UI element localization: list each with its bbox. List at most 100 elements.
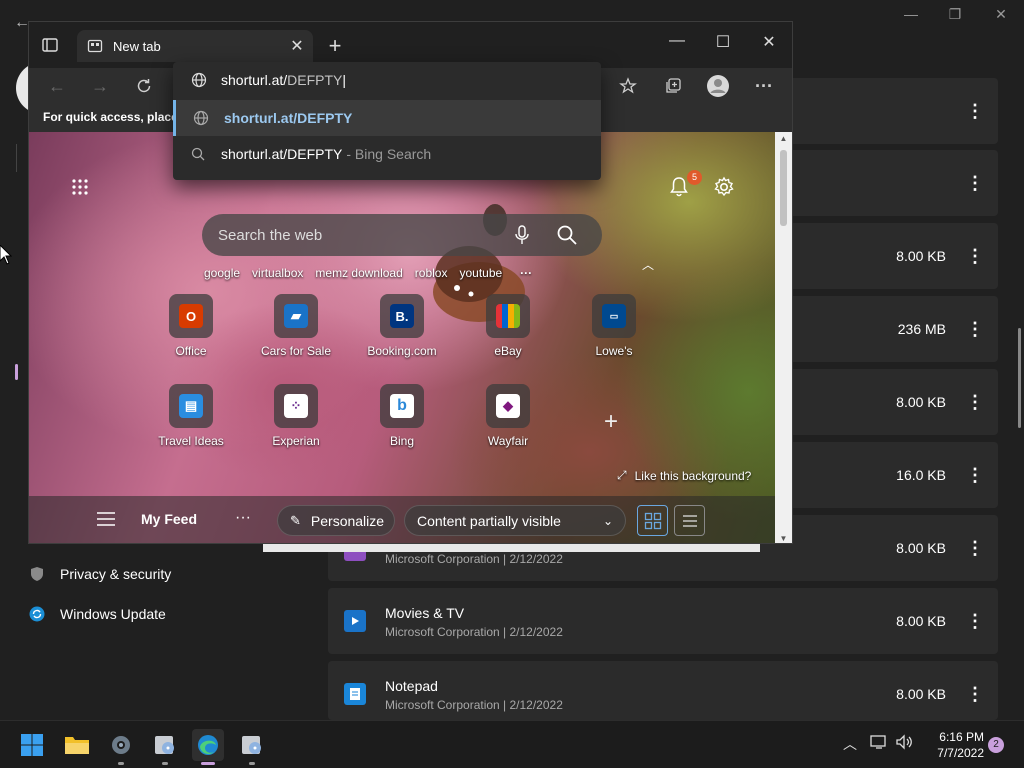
- more-options-icon[interactable]: ⋮: [966, 588, 984, 654]
- grid-layout-button[interactable]: [637, 505, 668, 536]
- volume-icon[interactable]: [895, 734, 913, 753]
- clock[interactable]: 6:16 PM 7/7/2022: [924, 729, 984, 761]
- close-tab-icon[interactable]: ✕: [287, 36, 307, 56]
- quick-link[interactable]: google: [204, 266, 240, 280]
- add-tab-icon[interactable]: +: [324, 33, 346, 59]
- tile-ebay[interactable]: eBay: [458, 294, 558, 358]
- search-placeholder: Search the web: [218, 227, 323, 244]
- list-layout-button[interactable]: [674, 505, 705, 536]
- suggestion-text: shorturl.at/DEFPTY: [221, 146, 343, 162]
- more-options-icon[interactable]: ⋮: [966, 296, 984, 362]
- suggestion-search[interactable]: shorturl.at/DEFPTY - Bing Search: [173, 136, 601, 172]
- cars-icon: ▰: [284, 304, 308, 328]
- search-icon[interactable]: [556, 224, 578, 246]
- maximize-icon[interactable]: ☐: [711, 32, 735, 52]
- add-shortcut-icon[interactable]: +: [604, 408, 618, 436]
- back-icon[interactable]: ←: [43, 72, 71, 100]
- quick-link[interactable]: youtube: [459, 266, 502, 280]
- app-meta: Microsoft Corporation | 2/12/2022: [385, 625, 563, 639]
- tile-office[interactable]: O Office: [141, 294, 241, 358]
- nav-privacy-security[interactable]: Privacy & security: [28, 560, 171, 588]
- pencil-icon: ✎: [290, 512, 301, 528]
- search-icon: [189, 147, 207, 161]
- tile-label: Wayfair: [487, 434, 529, 448]
- taskbar-app-2[interactable]: [236, 729, 268, 765]
- scroll-thumb[interactable]: [780, 150, 787, 226]
- scrollbar[interactable]: [1018, 328, 1021, 428]
- notification-center-badge[interactable]: 2: [988, 737, 1004, 753]
- address-bar[interactable]: shorturl.at/DEFPTY|: [173, 62, 601, 98]
- microphone-icon[interactable]: [514, 225, 530, 245]
- network-icon[interactable]: [870, 734, 888, 753]
- personalize-label: Personalize: [310, 512, 385, 529]
- tile-bing[interactable]: b Bing: [352, 384, 452, 448]
- more-options-icon[interactable]: ⋮: [966, 661, 984, 727]
- like-background-link[interactable]: ⤢ Like this background?: [617, 468, 751, 483]
- personalize-button[interactable]: ✎ Personalize: [277, 505, 395, 536]
- refresh-icon[interactable]: [130, 72, 158, 100]
- quick-links-more-icon[interactable]: ···: [520, 266, 532, 280]
- taskbar-edge[interactable]: [192, 729, 224, 765]
- feed-more-icon[interactable]: ···: [235, 509, 251, 527]
- forward-icon[interactable]: →: [86, 72, 114, 100]
- nav-windows-update[interactable]: Windows Update: [28, 600, 166, 628]
- quick-link[interactable]: roblox: [415, 266, 448, 280]
- more-options-icon[interactable]: ⋮: [966, 442, 984, 508]
- close-icon[interactable]: ✕: [986, 6, 1016, 23]
- more-options-icon[interactable]: ⋮: [966, 223, 984, 289]
- collapse-caret-icon[interactable]: ︿: [642, 256, 654, 273]
- address-input[interactable]: shorturl.at/DEFPTY|: [221, 72, 346, 88]
- tile-label: Office: [175, 344, 207, 358]
- profile-avatar-icon[interactable]: [704, 72, 732, 100]
- quick-link[interactable]: memz download: [315, 266, 402, 280]
- more-options-icon[interactable]: ⋮: [966, 515, 984, 581]
- tile-experian[interactable]: ⁘ Experian: [246, 384, 346, 448]
- settings-more-icon[interactable]: ···: [750, 72, 778, 100]
- close-window-icon[interactable]: ✕: [757, 32, 781, 52]
- quick-link[interactable]: virtualbox: [252, 266, 303, 280]
- start-button[interactable]: [16, 729, 48, 761]
- hamburger-menu-icon[interactable]: [97, 512, 115, 526]
- scroll-up-icon[interactable]: ▲: [775, 134, 792, 143]
- app-row[interactable]: Notepad Microsoft Corporation | 2/12/202…: [328, 661, 998, 720]
- app-meta: Microsoft Corporation | 2/12/2022: [385, 698, 563, 712]
- tab-new-tab[interactable]: New tab ✕: [77, 30, 313, 62]
- maximize-icon[interactable]: ❐: [940, 6, 970, 23]
- apps-grid-icon[interactable]: [71, 178, 89, 196]
- app-size: 16.0 KB: [896, 467, 946, 483]
- tile-cars-for-sale[interactable]: ▰ Cars for Sale: [246, 294, 346, 358]
- minimize-icon[interactable]: —: [665, 32, 689, 50]
- my-feed-label[interactable]: My Feed: [141, 511, 197, 527]
- page-scrollbar[interactable]: ▲ ▼: [775, 132, 792, 543]
- notification-bell-icon[interactable]: [669, 176, 689, 198]
- tile-lowes[interactable]: ▭ Lowe's: [564, 294, 664, 358]
- favorites-star-icon[interactable]: [614, 72, 642, 100]
- tray-overflow-chevron-icon[interactable]: ︿: [843, 734, 857, 754]
- content-visibility-dropdown[interactable]: Content partially visible ⌄: [404, 505, 626, 536]
- tab-actions-icon[interactable]: [41, 36, 59, 54]
- clock-time: 6:16 PM: [939, 730, 984, 744]
- more-options-icon[interactable]: ⋮: [966, 150, 984, 216]
- collections-icon[interactable]: [659, 72, 687, 100]
- selected-nav-indicator: [15, 364, 18, 380]
- suggestion-url[interactable]: shorturl.at/DEFPTY: [173, 100, 601, 136]
- suggestion-text: shorturl.at/DEFPTY: [224, 110, 353, 126]
- tile-booking[interactable]: B. Booking.com: [352, 294, 452, 358]
- more-options-icon[interactable]: ⋮: [966, 78, 984, 144]
- scroll-down-icon[interactable]: ▼: [775, 534, 792, 543]
- taskbar-settings[interactable]: [105, 729, 137, 765]
- taskbar-app[interactable]: [149, 729, 181, 765]
- more-options-icon[interactable]: ⋮: [966, 369, 984, 435]
- notepad-icon: [344, 683, 366, 705]
- tile-travel-ideas[interactable]: ▤ Travel Ideas: [141, 384, 241, 448]
- taskbar-file-explorer[interactable]: [61, 729, 93, 761]
- page-settings-gear-icon[interactable]: [713, 176, 735, 198]
- tile-label: Bing: [389, 434, 415, 448]
- tile-label: Lowe's: [595, 344, 633, 358]
- web-search-box[interactable]: Search the web: [202, 214, 602, 256]
- feed-bar: My Feed ··· ✎ Personalize Content partia…: [29, 496, 776, 543]
- tile-wayfair[interactable]: ◆ Wayfair: [458, 384, 558, 448]
- app-size: 236 MB: [897, 321, 946, 337]
- minimize-icon[interactable]: —: [896, 6, 926, 22]
- app-row[interactable]: Movies & TV Microsoft Corporation | 2/12…: [328, 588, 998, 654]
